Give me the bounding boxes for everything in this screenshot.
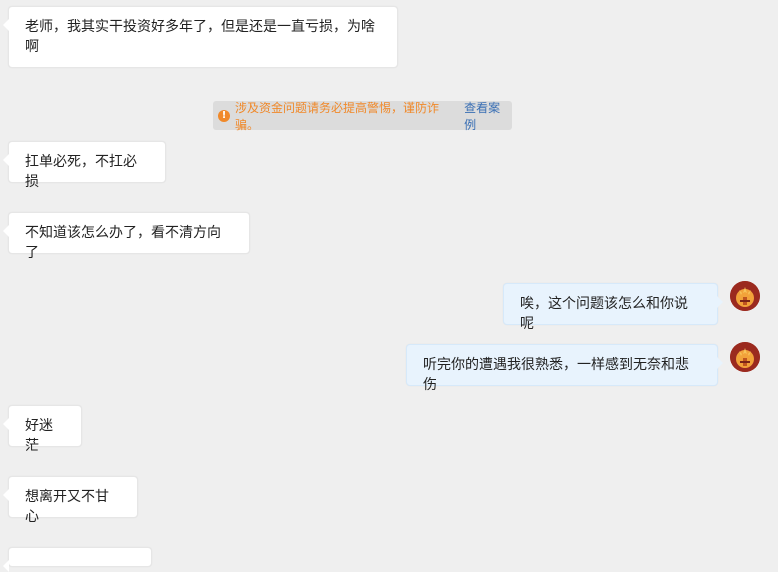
- message-text: 好迷茫: [25, 418, 53, 454]
- view-cases-link[interactable]: 查看案例: [464, 99, 512, 133]
- message-text: 唉，这个问题该怎么和你说呢: [520, 296, 688, 332]
- message-text: 扛单必死，不扛必损: [25, 154, 137, 190]
- message-bubble-incoming: 扛单必死，不扛必损: [3, 141, 166, 190]
- fraud-warning-notice: ! 涉及资金问题请务必提高警惕，谨防诈骗。 查看案例: [213, 99, 512, 133]
- alert-icon: !: [218, 109, 230, 122]
- message-text: 想离开又不甘心: [25, 489, 109, 525]
- avatar[interactable]: [730, 281, 760, 311]
- warning-text: 涉及资金问题请务必提高警惕，谨防诈骗。: [235, 100, 440, 132]
- message-bubble-outgoing: 唉，这个问题该怎么和你说呢: [503, 283, 723, 332]
- message-text: 不知道该怎么办了，看不清方向了: [25, 225, 221, 261]
- message-bubble-incoming-partial: [3, 547, 152, 572]
- wheat-avatar-icon: [730, 342, 760, 372]
- message-bubble-incoming: 想离开又不甘心: [3, 476, 138, 525]
- message-bubble-incoming: 老师，我其实干投资好多年了，但是还是一直亏损，为啥啊: [3, 6, 398, 68]
- avatar[interactable]: [730, 342, 760, 372]
- message-bubble-incoming: 不知道该怎么办了，看不清方向了: [3, 212, 250, 261]
- message-text: 老师，我其实干投资好多年了，但是还是一直亏损，为啥啊: [25, 19, 375, 55]
- wheat-avatar-icon: [730, 281, 760, 311]
- message-bubble-outgoing: 听完你的遭遇我很熟悉，一样感到无奈和悲伤: [406, 344, 723, 393]
- message-bubble-incoming: 好迷茫: [3, 405, 82, 454]
- message-text: 听完你的遭遇我很熟悉，一样感到无奈和悲伤: [423, 357, 689, 393]
